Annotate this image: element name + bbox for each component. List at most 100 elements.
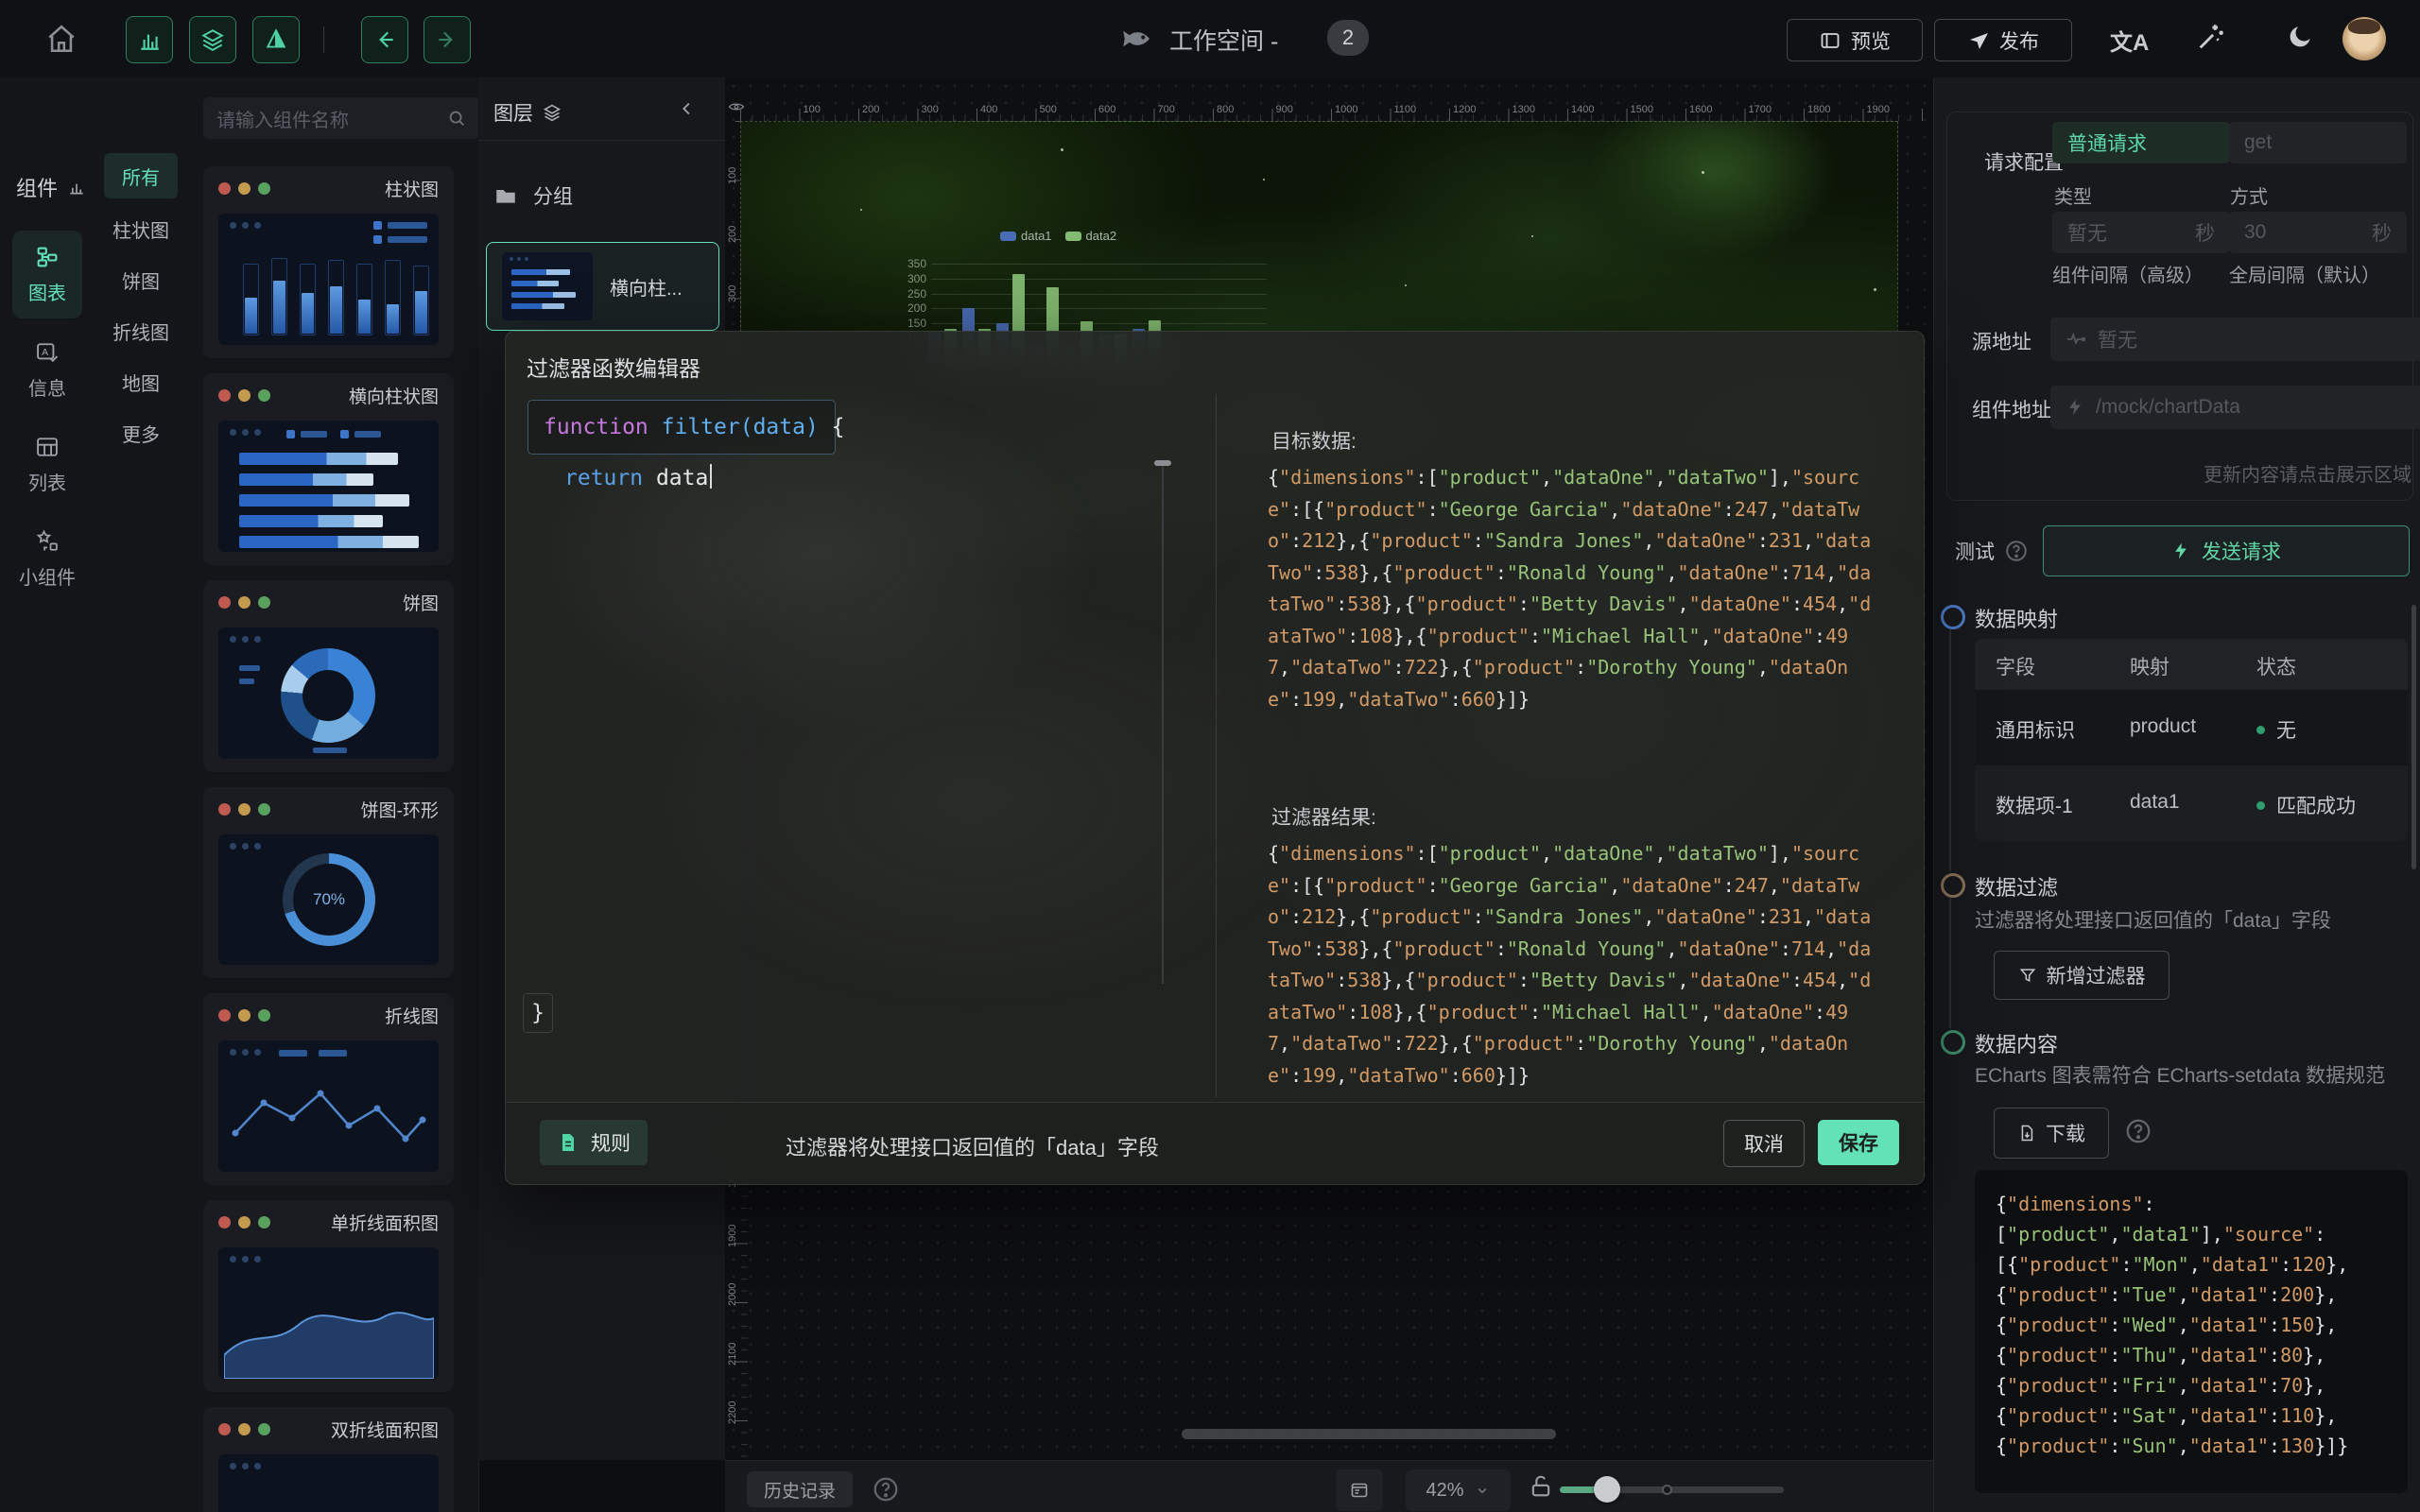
component-card-double-area[interactable]: 双折线面积图 bbox=[203, 1407, 454, 1512]
global-interval-input[interactable]: 30秒 bbox=[2229, 212, 2407, 253]
download-button[interactable]: 下载 bbox=[1994, 1108, 2109, 1159]
mapping-table: 字段 映射 状态 通用标识 product 无 数据项-1 data1 匹配成功 bbox=[1975, 639, 2408, 841]
panel-layout-icon bbox=[1348, 1479, 1371, 1502]
workspace-count-badge: 2 bbox=[1327, 20, 1369, 56]
question-icon bbox=[2004, 539, 2029, 563]
canvas-horizontal-scrollbar[interactable] bbox=[1182, 1429, 1556, 1439]
app-root: 工作空间 - 2 预览 发布 文A 组件 图表 A bbox=[0, 0, 2420, 1512]
request-method-select[interactable]: get bbox=[2229, 122, 2407, 163]
translate-icon[interactable]: 文A bbox=[2110, 24, 2149, 57]
data-content-json[interactable]: {"dimensions": ["product","data1"],"sour… bbox=[1975, 1170, 2408, 1493]
layer-thumbnail bbox=[502, 252, 593, 320]
home-icon[interactable] bbox=[45, 23, 78, 55]
chevron-down-icon bbox=[1474, 1482, 1491, 1499]
history-button[interactable]: 历史记录 bbox=[747, 1471, 853, 1507]
unlock-icon[interactable] bbox=[1528, 1473, 1554, 1500]
category-more[interactable]: 更多 bbox=[104, 417, 178, 449]
category-map[interactable]: 地图 bbox=[104, 366, 178, 398]
data-mapping-title: 数据映射 bbox=[1975, 603, 2058, 633]
undo-button[interactable] bbox=[361, 16, 408, 63]
component-card-line[interactable]: 折线图 bbox=[203, 993, 454, 1185]
search-icon bbox=[446, 108, 467, 129]
line-chart-thumbnail bbox=[218, 1040, 439, 1172]
card-title: 单折线面积图 bbox=[331, 1210, 439, 1235]
chart-panel-toggle-button[interactable] bbox=[126, 16, 173, 63]
sidebar-tab-widgets[interactable]: 小组件 bbox=[12, 524, 82, 594]
rule-description: 过滤器将处理接口返回值的「data」字段 bbox=[786, 1131, 1159, 1161]
zoom-slider-track[interactable] bbox=[1560, 1486, 1784, 1493]
redo-button[interactable] bbox=[424, 16, 471, 63]
save-button[interactable]: 保存 bbox=[1818, 1120, 1899, 1165]
detail-panel-toggle-button[interactable] bbox=[252, 16, 300, 63]
mapping-bullet bbox=[1941, 605, 1965, 629]
panel-divider bbox=[478, 140, 725, 141]
layer-item-selected[interactable]: 横向柱... bbox=[486, 242, 719, 331]
preview-button[interactable]: 预览 bbox=[1787, 19, 1923, 61]
component-card-ring[interactable]: 饼图-环形 70% bbox=[203, 787, 454, 978]
magic-wand-icon[interactable] bbox=[2195, 21, 2227, 53]
pie-chart-thumbnail bbox=[218, 627, 439, 759]
text-cursor bbox=[710, 464, 712, 489]
send-icon bbox=[1967, 29, 1990, 52]
editor-scrollbar-track[interactable] bbox=[1162, 464, 1164, 984]
file-download-icon bbox=[2017, 1124, 2036, 1143]
zoom-level-select[interactable]: 42% bbox=[1406, 1469, 1511, 1511]
workspace-title: 工作空间 - bbox=[1169, 23, 1278, 57]
mapping-table-row: 数据项-1 data1 匹配成功 bbox=[1975, 765, 2408, 841]
question-icon[interactable] bbox=[2124, 1117, 2152, 1145]
text-check-icon: A bbox=[34, 339, 60, 366]
card-title: 饼图-环形 bbox=[361, 797, 439, 822]
avatar[interactable] bbox=[2342, 17, 2386, 60]
sidebar-tab-charts[interactable]: 图表 bbox=[12, 231, 82, 318]
filter-editor-modal: 过滤器函数编辑器 function filter(data) { return … bbox=[505, 331, 1925, 1185]
panel-scrollbar[interactable] bbox=[2411, 605, 2416, 869]
table-icon bbox=[34, 434, 60, 460]
question-icon[interactable] bbox=[872, 1475, 900, 1503]
add-filter-button[interactable]: 新增过滤器 bbox=[1994, 951, 2169, 1000]
component-interval-input[interactable]: 暂无秒 bbox=[2052, 212, 2230, 253]
publish-button[interactable]: 发布 bbox=[1934, 19, 2072, 61]
search-input[interactable]: 请输入组件名称 bbox=[203, 97, 480, 139]
card-title: 柱状图 bbox=[385, 176, 439, 201]
bar-chart-thumbnail bbox=[218, 214, 439, 345]
area-chart-thumbnail bbox=[218, 1247, 439, 1379]
layers-panel-toggle-button[interactable] bbox=[189, 16, 236, 63]
timeline-line bbox=[1949, 898, 1951, 1028]
modal-pane-divider bbox=[1216, 394, 1217, 1097]
document-icon bbox=[557, 1131, 579, 1154]
component-address-input[interactable]: /mock/chartData bbox=[2050, 386, 2420, 429]
component-card-pie[interactable]: 饼图 bbox=[203, 580, 454, 772]
status-dot bbox=[2256, 801, 2265, 810]
component-card-area[interactable]: 单折线面积图 bbox=[203, 1200, 454, 1392]
type-label: 类型 bbox=[2054, 181, 2092, 209]
send-request-button[interactable]: 发送请求 bbox=[2043, 525, 2410, 576]
funnel-icon bbox=[2018, 966, 2037, 985]
code-editor-line[interactable]: return data bbox=[564, 464, 712, 490]
editor-scrollbar-handle[interactable] bbox=[1154, 460, 1171, 466]
lightning-icon bbox=[2066, 398, 2084, 417]
traffic-dots bbox=[218, 1216, 270, 1228]
source-address-input[interactable]: 暂无 bbox=[2050, 318, 2420, 361]
layer-group-item[interactable]: 分组 bbox=[493, 181, 573, 210]
zoom-slider-handle[interactable] bbox=[1594, 1476, 1620, 1503]
category-bar[interactable]: 柱状图 bbox=[104, 213, 178, 245]
category-line[interactable]: 折线图 bbox=[104, 315, 178, 347]
rule-badge: 规则 bbox=[540, 1120, 648, 1165]
double-area-chart-thumbnail bbox=[218, 1454, 439, 1512]
card-title: 饼图 bbox=[403, 590, 439, 615]
category-pie[interactable]: 饼图 bbox=[104, 264, 178, 296]
test-label-row: 测试 bbox=[1955, 537, 2029, 565]
cancel-button[interactable]: 取消 bbox=[1723, 1120, 1805, 1167]
component-card-bar[interactable]: 柱状图 bbox=[203, 166, 454, 358]
dark-mode-toggle-icon[interactable] bbox=[2286, 23, 2314, 51]
component-card-hbar[interactable]: 横向柱状图 bbox=[203, 373, 454, 565]
card-title: 双折线面积图 bbox=[331, 1417, 439, 1442]
sidebar-tab-info[interactable]: A 信息 bbox=[12, 335, 82, 405]
collapse-panel-icon[interactable] bbox=[677, 98, 698, 119]
request-type-select[interactable]: 普通请求 bbox=[2052, 122, 2230, 163]
category-all[interactable]: 所有 bbox=[104, 153, 178, 198]
svg-text:A: A bbox=[42, 347, 48, 358]
global-interval-label: 全局间隔（默认） bbox=[2229, 260, 2380, 287]
layout-toggle-button[interactable] bbox=[1336, 1469, 1383, 1511]
sidebar-tab-list[interactable]: 列表 bbox=[12, 429, 82, 500]
